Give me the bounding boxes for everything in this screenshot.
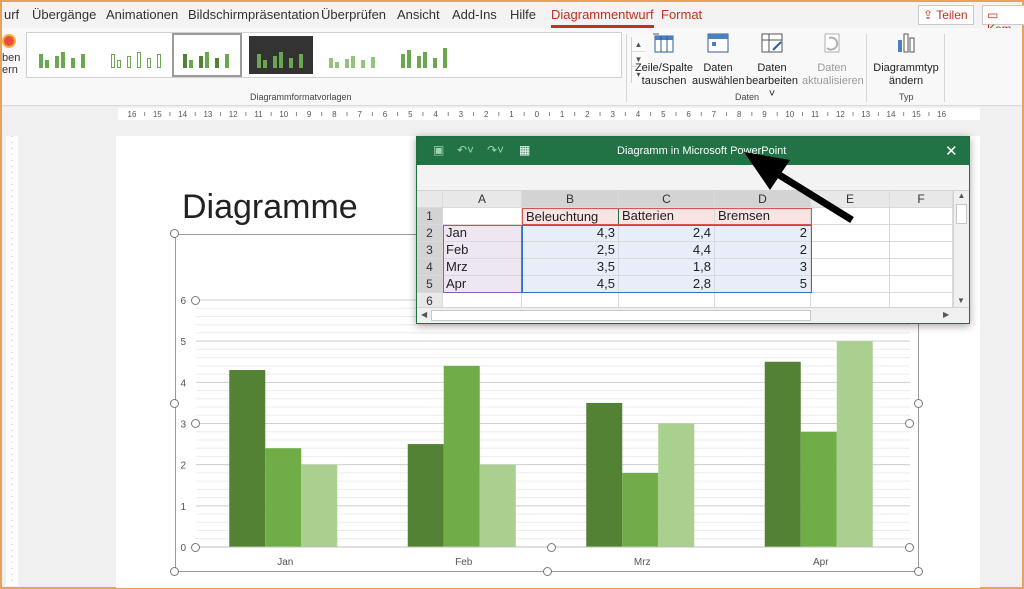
annotation-arrow (744, 152, 854, 223)
